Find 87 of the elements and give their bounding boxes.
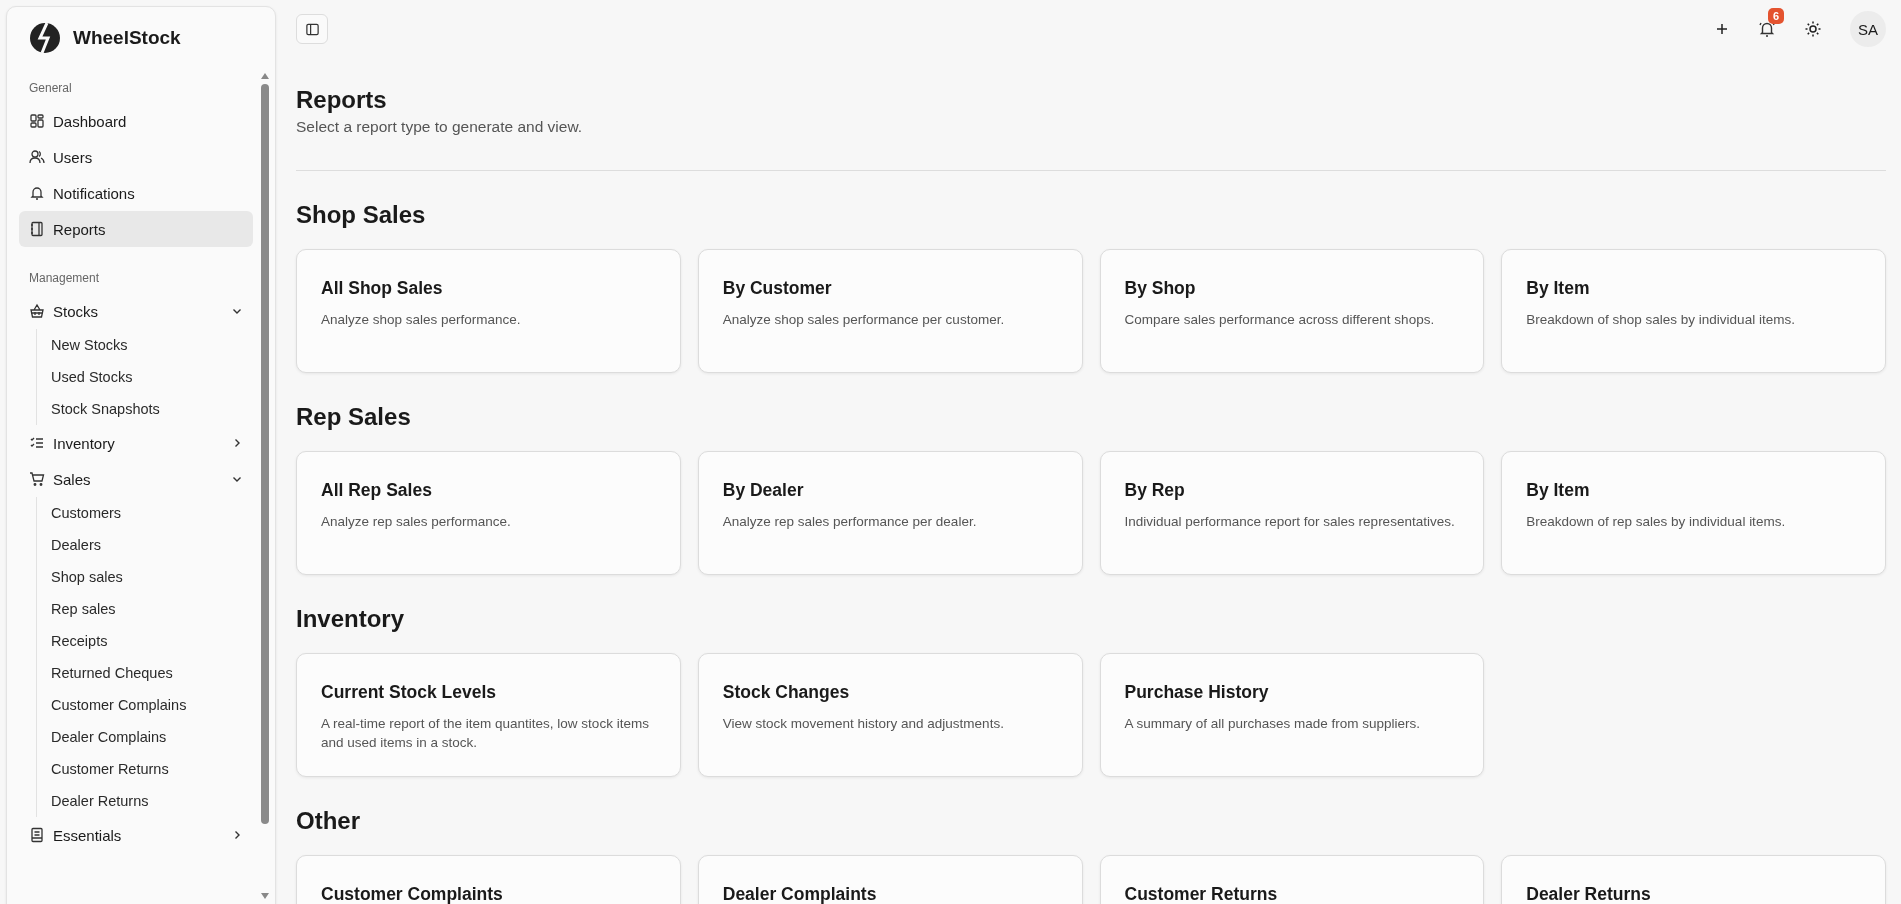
sidebar-subitem[interactable]: Dealer Complains	[49, 721, 253, 753]
card-title: By Shop	[1124, 278, 1197, 299]
card-title: All Rep Sales	[321, 480, 433, 501]
report-card[interactable]: Dealer Returns	[1501, 855, 1886, 904]
card-description: Analyze rep sales performance per dealer.	[722, 513, 978, 531]
sidebar-subitem[interactable]: Shop sales	[49, 561, 253, 593]
card-description: Individual performance report for sales representatives.	[1124, 513, 1456, 531]
sidebar-subitem[interactable]: Used Stocks	[49, 361, 253, 393]
report-card[interactable]: All Shop Sales Analyze shop sales performance.	[296, 249, 681, 373]
report-card[interactable]: Purchase History A summary of all purchases made from suppliers.	[1099, 653, 1485, 777]
nav-icon	[29, 113, 45, 129]
card-title: By Dealer	[722, 480, 805, 501]
nav-icon	[29, 435, 45, 451]
group-label: Management	[28, 270, 101, 287]
section-heading: Inventory	[296, 605, 406, 633]
sidebar-subitem[interactable]: Returned Cheques	[49, 657, 253, 689]
report-card[interactable]: Current Stock Levels A real-time report of the item quantites, low stock items and used items in a stock.	[296, 653, 681, 777]
sidebar-item[interactable]: Stocks	[19, 293, 253, 329]
card-title: Customer Returns	[1124, 884, 1279, 904]
card-title: Customer Complaints	[321, 884, 504, 904]
section-heading: Shop Sales	[296, 201, 427, 229]
card-title: By Item	[1526, 278, 1591, 299]
sidebar-subitem[interactable]: Dealers	[49, 529, 253, 561]
add-icon[interactable]	[1714, 21, 1730, 37]
sidebar-subitem[interactable]: Dealer Returns	[49, 785, 253, 817]
card-description: Breakdown of shop sales by individual items.	[1526, 311, 1796, 329]
sidebar-subitem[interactable]: Rep sales	[49, 593, 253, 625]
card-title: By Rep	[1124, 480, 1186, 501]
sidebar-subitem[interactable]: Customers	[49, 497, 253, 529]
report-card[interactable]: By Dealer Analyze rep sales performance per dealer.	[697, 451, 1083, 575]
card-title: Stock Changes	[722, 682, 851, 703]
card-title: Dealer Returns	[1526, 884, 1652, 904]
report-card[interactable]: By Shop Compare sales performance across different shops.	[1099, 249, 1485, 373]
card-title: By Customer	[722, 278, 833, 299]
card-description: Breakdown of rep sales by individual items.	[1526, 513, 1787, 531]
sidebar-subitem[interactable]: Customer Complains	[49, 689, 253, 721]
report-card[interactable]: Customer Returns	[1099, 855, 1485, 904]
sidebar-item[interactable]: Essentials	[19, 817, 253, 853]
sidebar-item[interactable]: Notifications	[19, 175, 253, 211]
user-avatar[interactable]: SA	[1850, 11, 1886, 47]
sidebar-item[interactable]: Dashboard	[19, 103, 253, 139]
nav-icon	[29, 149, 45, 165]
card-title: Purchase History	[1124, 682, 1270, 703]
card-description: View stock movement history and adjustments.	[722, 715, 1005, 733]
group-label: General	[28, 80, 73, 97]
report-card[interactable]: Customer Complaints	[296, 855, 681, 904]
report-card[interactable]: Stock Changes View stock movement history and adjustments.	[697, 653, 1083, 777]
report-card[interactable]: By Rep Individual performance report for sales representatives.	[1099, 451, 1485, 575]
nav-icon	[29, 221, 45, 237]
sidebar-subitem[interactable]: Customer Returns	[49, 753, 253, 785]
card-title: Dealer Complaints	[722, 884, 878, 904]
sidebar-item[interactable]: Sales	[19, 461, 253, 497]
report-card[interactable]: By Customer Analyze shop sales performance per customer.	[697, 249, 1083, 373]
report-card[interactable]: Dealer Complaints	[697, 855, 1083, 904]
sidebar-toggle-button[interactable]	[296, 14, 328, 44]
notification-count-badge: 6	[1768, 8, 1785, 24]
card-title: Current Stock Levels	[321, 682, 498, 703]
page-subtitle: Select a report type to generate and view.	[296, 118, 584, 136]
brand-name: WheelStock	[73, 27, 181, 49]
sidebar-item[interactable]: Users	[19, 139, 253, 175]
card-title: By Item	[1526, 480, 1591, 501]
sidebar-subitem[interactable]: Receipts	[49, 625, 253, 657]
sidebar-subitem[interactable]: New Stocks	[49, 329, 253, 361]
card-description: Compare sales performance across different shops.	[1124, 311, 1436, 329]
report-card[interactable]: All Rep Sales Analyze rep sales performance.	[296, 451, 681, 575]
page-title: Reports	[296, 86, 388, 114]
logo-icon	[29, 22, 61, 54]
nav-icon	[29, 303, 45, 319]
card-description: A summary of all purchases made from suppliers.	[1124, 715, 1422, 733]
card-title: All Shop Sales	[321, 278, 444, 299]
card-description: Analyze shop sales performance per customer.	[722, 311, 1006, 329]
nav-icon	[29, 471, 45, 487]
sidebar-toggle-icon	[304, 21, 320, 37]
notification-bell-icon[interactable]	[1758, 20, 1776, 38]
section-heading: Other	[296, 807, 361, 835]
nav-icon	[29, 827, 45, 843]
report-card[interactable]: By Item Breakdown of shop sales by individual items.	[1501, 249, 1886, 373]
sidebar-subitem[interactable]: Stock Snapshots	[49, 393, 253, 425]
report-card[interactable]: By Item Breakdown of rep sales by individual items.	[1501, 451, 1886, 575]
sidebar-item[interactable]: Reports	[19, 211, 253, 247]
card-description: Analyze shop sales performance.	[321, 311, 522, 329]
sidebar-item[interactable]: Inventory	[19, 425, 253, 461]
nav-icon	[29, 185, 45, 201]
card-description: A real-time report of the item quantites, low stock items and used items in a stock.	[321, 715, 650, 752]
section-heading: Rep Sales	[296, 403, 412, 431]
theme-sun-icon[interactable]	[1804, 20, 1822, 38]
card-description: Analyze rep sales performance.	[321, 513, 512, 531]
